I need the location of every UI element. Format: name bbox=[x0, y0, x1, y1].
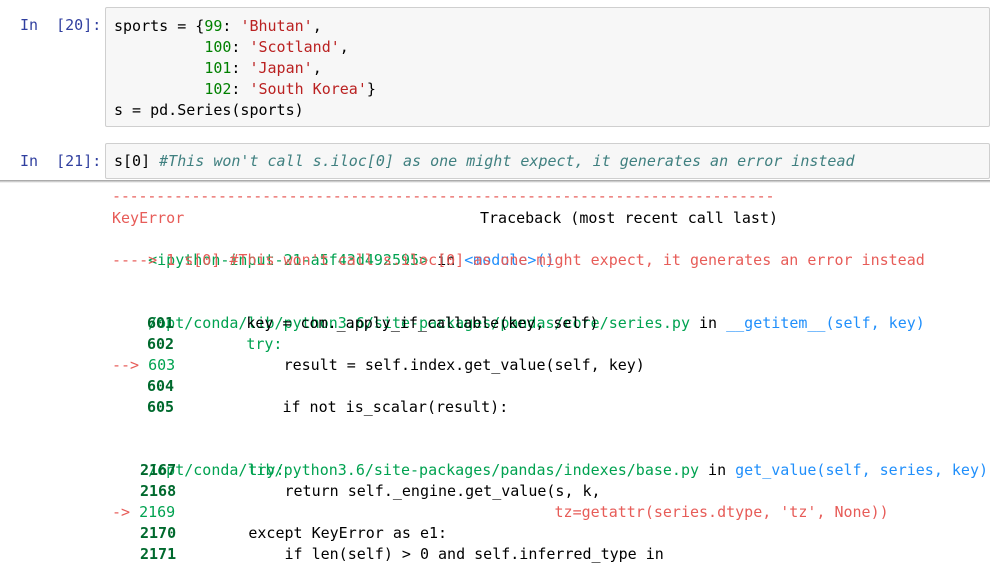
error-name: KeyError bbox=[112, 209, 185, 227]
code-line: sports = {99: 'Bhutan', bbox=[114, 17, 322, 35]
input-prompt-21: In [21]: bbox=[20, 152, 102, 170]
code-line: 101: 'Japan', bbox=[204, 59, 322, 77]
frame1-line-603: --> 603 result = self.index.get_value(se… bbox=[112, 356, 645, 374]
code-cell-21[interactable]: s[0] #This won't call s.iloc[0] as one m… bbox=[105, 143, 990, 179]
frame1-args: (self, key) bbox=[825, 314, 925, 332]
frame2-line-2171: 2171 if len(self) > 0 and self.inferred_… bbox=[140, 545, 664, 563]
traceback-dashes: ----------------------------------------… bbox=[112, 187, 775, 205]
input-prompt-20: In [20]: bbox=[20, 16, 102, 34]
traceback-input-ref: <ipython-input-21-a5f43d492595> in <modu… bbox=[148, 251, 555, 269]
traceback-header: Traceback (most recent call last) bbox=[480, 209, 779, 227]
traceback-frame2-header: /opt/conda/lib/python3.6/site-packages/p… bbox=[148, 461, 989, 479]
frame2-line-2170: 2170 except KeyError as e1: bbox=[140, 524, 448, 542]
traceback-arrow-line: ----> 1 s[0] #This won't call s.iloc[0] … bbox=[112, 251, 925, 269]
frame1-line-604: 604 bbox=[147, 377, 175, 395]
frame2-line-2168: 2168 return self._engine.get_value(s, k, bbox=[140, 482, 601, 500]
frame1-func: __getitem__ bbox=[726, 314, 826, 332]
code-cell-20[interactable]: sports = {99: 'Bhutan', 100: 'Scotland',… bbox=[105, 7, 990, 127]
frame1-line-601: 601 key = com._apply_if_callable(key, se… bbox=[147, 314, 599, 332]
frame2-line-2167: 2167 try: bbox=[140, 461, 285, 479]
frame2-line-2169: -> 2169 tz=getattr(series.dtype, 'tz', N… bbox=[112, 503, 889, 521]
code-comment: #This won't call s.iloc[0] as one might … bbox=[159, 152, 855, 170]
frame2-args: (self, series, key) bbox=[816, 461, 989, 479]
output-area-divider bbox=[0, 180, 990, 183]
frame1-line-605: 605 if not is_scalar(result): bbox=[147, 398, 509, 416]
traceback-frame1-header: /opt/conda/lib/python3.6/site-packages/p… bbox=[148, 314, 925, 332]
frame2-func: get_value bbox=[735, 461, 817, 479]
code-line: 100: 'Scotland', bbox=[204, 38, 349, 56]
code-line: s[0] #This won't call s.iloc[0] as one m… bbox=[114, 152, 855, 170]
code-line: s = pd.Series(sports) bbox=[114, 101, 304, 119]
code-line: 102: 'South Korea'} bbox=[204, 80, 376, 98]
frame1-line-602: 602 try: bbox=[147, 335, 283, 353]
